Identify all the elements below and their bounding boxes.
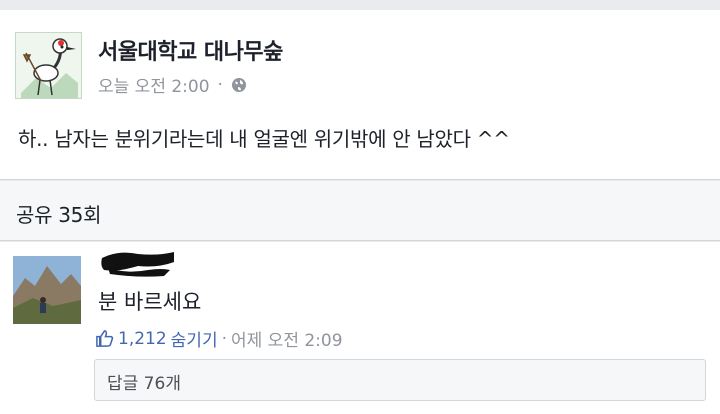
- crane-logo-icon: [16, 33, 81, 98]
- comments-section: 분 바르세요 1,212 숨기기 · 어제 오전 2:09 답글 76개: [0, 242, 720, 414]
- page-avatar[interactable]: [15, 32, 82, 99]
- meta-separator: ·: [217, 74, 223, 95]
- redacted-commenter-name: [101, 252, 174, 277]
- shares-bar: 공유 35회: [0, 181, 720, 241]
- thumbs-up-icon[interactable]: [95, 329, 114, 348]
- hide-link[interactable]: 숨기기: [171, 326, 218, 351]
- globe-icon[interactable]: [231, 77, 247, 93]
- mountain-photo-icon: [13, 256, 81, 324]
- comment-actions: 1,212 숨기기 · 어제 오전 2:09: [95, 326, 343, 351]
- reply-box[interactable]: 답글 76개: [94, 359, 706, 401]
- page-name[interactable]: 서울대학교 대나무숲: [98, 34, 283, 66]
- like-count[interactable]: 1,212: [118, 329, 167, 349]
- action-separator: ·: [221, 328, 227, 349]
- reply-count-label[interactable]: 답글 76개: [107, 369, 181, 394]
- post-time[interactable]: 오늘 오전 2:00: [98, 72, 210, 97]
- shares-count[interactable]: 공유 35회: [16, 199, 102, 228]
- post-card: 서울대학교 대나무숲 오늘 오전 2:00 · 하.. 남자는 분위기라는데 내…: [0, 10, 720, 180]
- comment-time[interactable]: 어제 오전 2:09: [231, 326, 343, 351]
- comment-text: 분 바르세요: [98, 290, 202, 314]
- post-text: 하.. 남자는 분위기라는데 내 얼굴엔 위기밖에 안 남았다 ^^: [18, 127, 510, 151]
- commenter-avatar[interactable]: [13, 256, 81, 324]
- post-meta: 오늘 오전 2:00 ·: [98, 72, 247, 97]
